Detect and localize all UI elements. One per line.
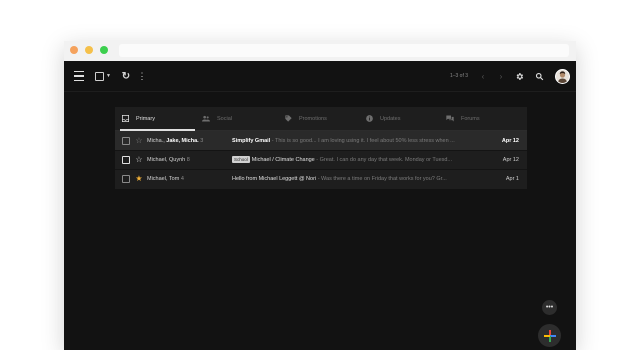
star-icon[interactable]: ★ [134, 174, 144, 183]
email-row[interactable]: ☆ Micha., Jake, Micha. 3 Simplify Gmail … [115, 131, 527, 151]
email-subject: Hello from Michael Leggett @ Nori [232, 175, 317, 182]
tab-label: Forums [461, 115, 480, 122]
email-row[interactable]: ☆ Michael, Quynh 8 School Michael / Clima… [115, 150, 527, 170]
email-snippet: - Was there a time on Friday that works … [317, 175, 447, 182]
search-icon [535, 72, 543, 80]
email-sender: Micha., Jake, Micha. 3 [147, 137, 204, 144]
tag-icon [283, 114, 293, 124]
email-subject-line: Hello from Michael Leggett @ Nori - Was … [232, 176, 482, 182]
chevron-right-icon: › [499, 71, 503, 81]
search-button[interactable] [533, 61, 545, 91]
email-subject-line: Simplify Gmail - This is so good... I am… [232, 138, 482, 144]
close-window-button[interactable] [70, 46, 78, 54]
tab-promotions[interactable]: Promotions [283, 107, 358, 130]
label-badge: School [232, 156, 250, 163]
account-button[interactable] [554, 61, 570, 91]
maximize-window-button[interactable] [100, 46, 108, 54]
refresh-icon: ↻ [121, 70, 131, 82]
info-icon [364, 114, 374, 124]
mail-toolbar: ▼ ↻ ⋮ 1–3 of 3 ‹ › [64, 61, 576, 92]
plus-icon [543, 329, 556, 342]
older-button[interactable]: › [496, 61, 506, 91]
tab-primary[interactable]: Primary [120, 107, 195, 131]
forum-icon [445, 114, 455, 124]
tab-label: Promotions [299, 115, 327, 122]
chevron-left-icon: ‹ [481, 71, 485, 81]
row-checkbox[interactable] [122, 155, 130, 164]
newer-button[interactable]: ‹ [478, 61, 488, 91]
more-actions-button[interactable]: ⋮ [137, 61, 147, 91]
email-date: Apr 12 [501, 137, 519, 144]
refresh-button[interactable]: ↻ [120, 61, 132, 91]
checkbox-icon [95, 71, 105, 81]
more-horiz-icon: ••• [545, 304, 554, 311]
email-date: Apr 12 [502, 156, 519, 163]
minimize-window-button[interactable] [85, 46, 93, 54]
row-checkbox[interactable] [122, 136, 130, 145]
email-subject: Michael / Climate Change [251, 157, 315, 163]
email-subject: Simplify Gmail [232, 137, 271, 144]
pagination-range: 1–3 of 3 [449, 73, 469, 79]
inbox-card: Primary Social Promotions Updates Forums [115, 107, 527, 189]
chevron-down-icon: ▼ [106, 73, 111, 79]
compose-button[interactable] [538, 324, 561, 347]
tab-label: Primary [136, 115, 155, 122]
tab-updates[interactable]: Updates [364, 107, 439, 130]
address-bar[interactable] [119, 44, 569, 57]
hamburger-icon [74, 69, 84, 83]
browser-titlebar [64, 41, 576, 61]
star-icon[interactable]: ☆ [134, 155, 144, 164]
people-icon [201, 114, 211, 124]
main-menu-button[interactable] [72, 61, 86, 91]
tab-forums[interactable]: Forums [445, 107, 520, 130]
gear-icon [516, 72, 523, 80]
inbox-icon [120, 114, 130, 124]
star-icon[interactable]: ☆ [134, 136, 144, 145]
more-vert-icon: ⋮ [137, 70, 147, 81]
avatar [554, 68, 570, 84]
settings-button[interactable] [513, 61, 525, 91]
email-date: Apr 1 [505, 175, 519, 182]
tab-label: Social [217, 115, 232, 122]
tab-label: Updates [380, 115, 401, 122]
app-window: ▼ ↻ ⋮ 1–3 of 3 ‹ › Primary Social Promot… [64, 41, 576, 350]
more-fab-button[interactable]: ••• [542, 300, 557, 315]
email-sender: Michael, Quynh 8 [147, 156, 190, 163]
select-all-checkbox[interactable]: ▼ [95, 61, 111, 91]
email-snippet: - Great. I can do any day that week. Mon… [316, 157, 453, 163]
row-checkbox[interactable] [122, 174, 130, 183]
email-row[interactable]: ★ Michael, Tom 4 Hello from Michael Legg… [115, 169, 527, 188]
category-tabs: Primary Social Promotions Updates Forums [115, 107, 527, 131]
email-subject-line: School Michael / Climate Change - Great. … [232, 156, 482, 163]
tab-social[interactable]: Social [201, 107, 276, 130]
email-snippet: - This is so good... I am loving using i… [271, 137, 455, 144]
email-sender: Michael, Tom 4 [147, 175, 184, 182]
